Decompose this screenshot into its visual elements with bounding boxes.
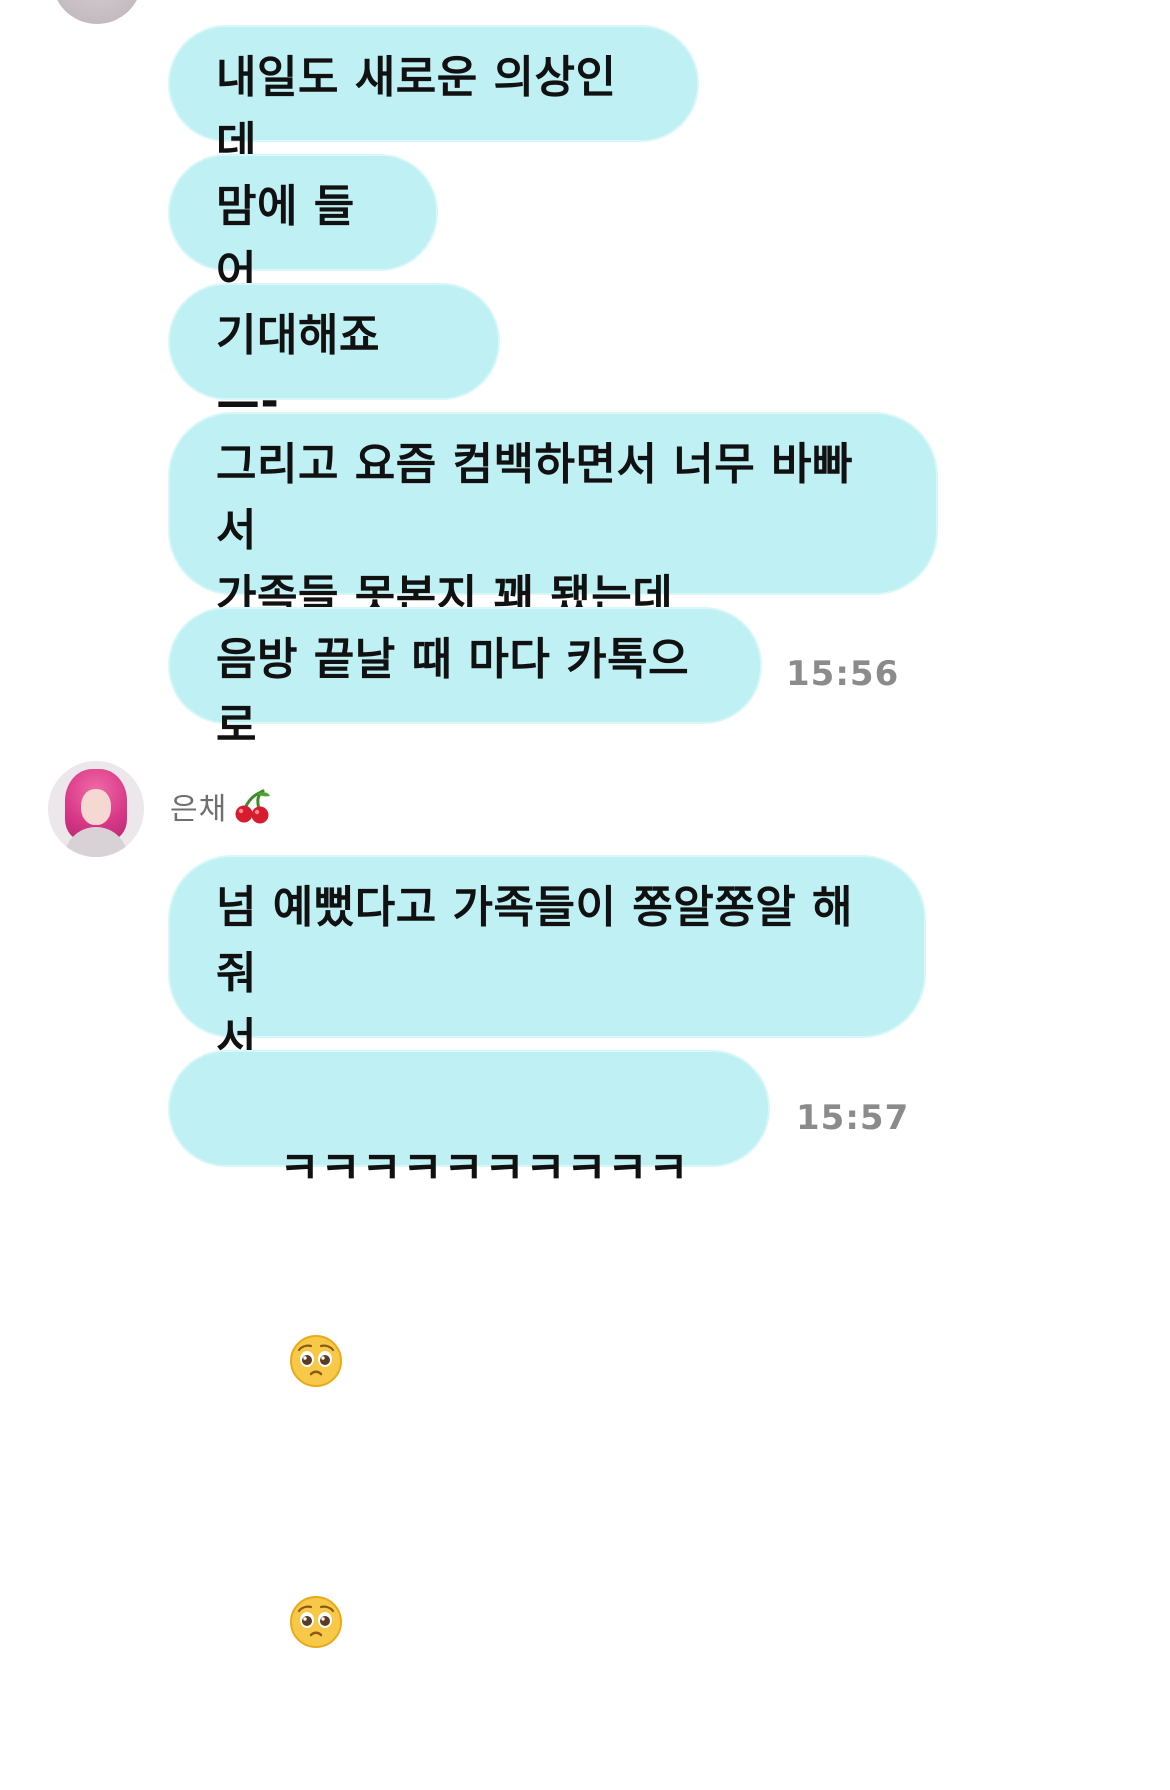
message-bubble-2[interactable]: 맘에 들어 [168,154,438,298]
chat-thread: 내일도 새로운 의상인데 맘에 들어 기대해죠 —- 그리고 요즘 컴백하면서 … [0,0,1170,1648]
cherry-icon [233,786,273,826]
sender-avatar[interactable] [48,761,144,857]
pleading-face-icon [289,1463,343,1648]
pleading-face-icon [289,1202,343,1387]
message-bubble-1[interactable]: 내일도 새로운 의상인데 [168,25,699,169]
sender-name[interactable]: 은채 [170,786,273,827]
message-bubble-3[interactable]: 기대해죠 —- [168,283,500,427]
message-timestamp-2: 15:57 [796,1098,910,1138]
sender-name-label: 은채 [170,792,228,827]
message-bubble-7[interactable]: ㅋㅋㅋㅋㅋㅋㅋㅋㅋㅋ [168,1050,770,1648]
message-bubble-5[interactable]: 음방 끝날 때 마다 카톡으로 [168,607,762,751]
sender-avatar-top[interactable] [52,0,142,24]
avatar-face [81,789,111,825]
message-bubble-6[interactable]: 넘 예뻤다고 가족들이 쫑알쫑알 해줘 서 [168,855,926,1065]
message-bubble-7-text: ㅋㅋㅋㅋㅋㅋㅋㅋㅋㅋ [279,1143,690,1194]
message-bubble-4[interactable]: 그리고 요즘 컴백하면서 너무 바빠서 가족들 못본지 꽤 됐는데 [168,412,938,622]
message-timestamp-1: 15:56 [786,654,900,694]
